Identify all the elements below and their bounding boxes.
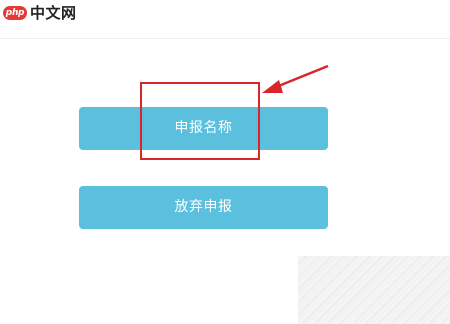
logo-badge-text: php (5, 8, 25, 18)
top-bar: php 中文网 (0, 0, 450, 39)
arrow-head (262, 80, 283, 93)
logo-text: 中文网 (30, 4, 77, 22)
watermark-overlay (298, 256, 450, 324)
abandon-apply-button[interactable]: 放弃申报 (79, 186, 328, 229)
site-logo[interactable]: php 中文网 (3, 4, 77, 22)
php-logo-badge: php (3, 6, 27, 20)
annotation-highlight-box (140, 82, 260, 160)
arrow-shaft (275, 64, 329, 89)
